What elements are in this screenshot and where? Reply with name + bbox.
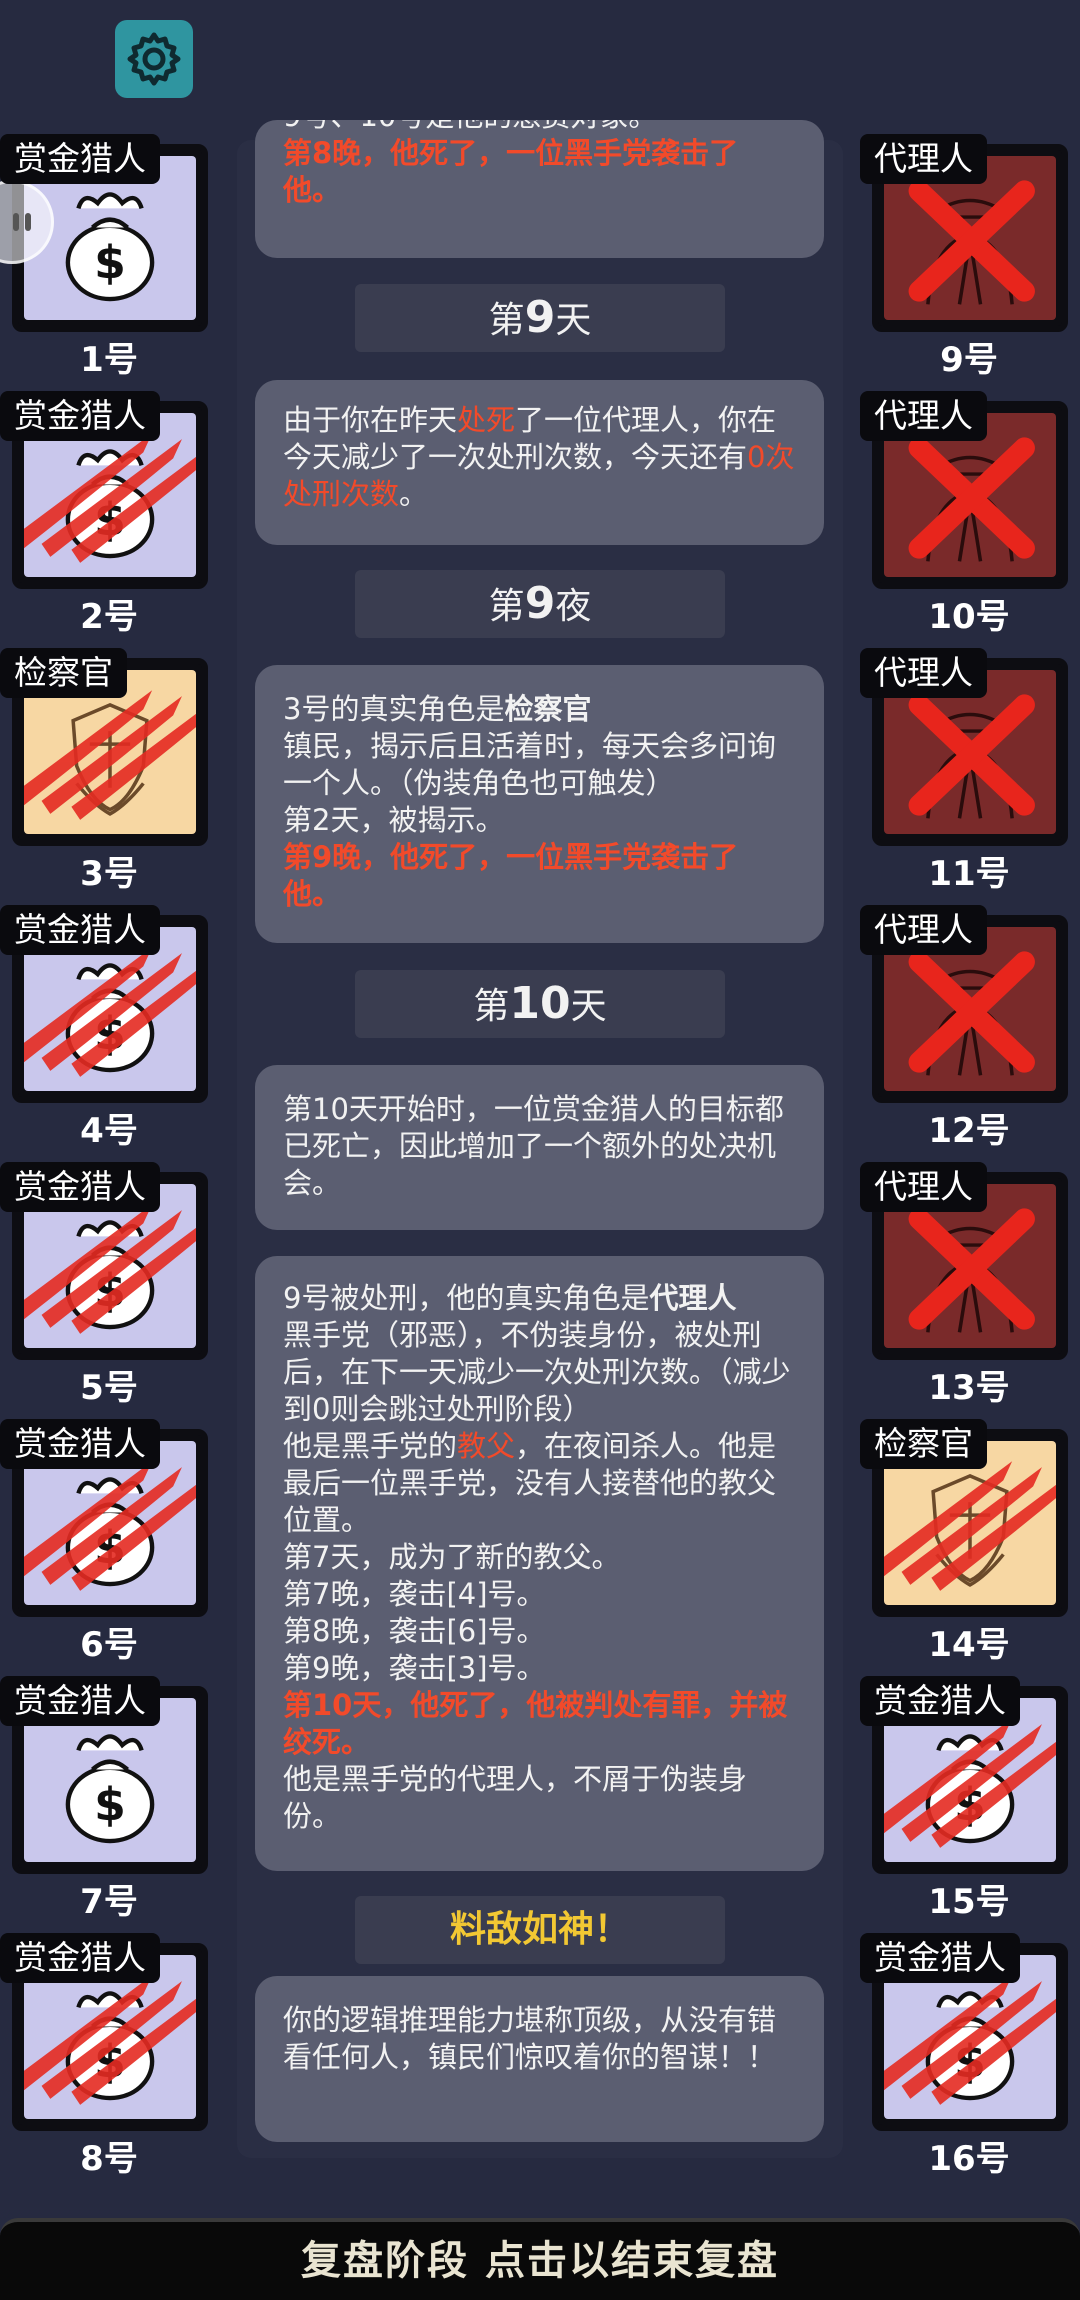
log-text: 9号、10号是他的悬赏对象。: [283, 120, 796, 135]
player-card[interactable]: 代理人 12号: [860, 905, 1078, 1157]
role-label: 代理人: [860, 905, 987, 955]
log-entry: 9号被处刑，他的真实角色是代理人 黑手党（邪恶），不伪装身份，被处刑后，在下一天…: [255, 1256, 824, 1871]
player-number: 10号: [928, 597, 1010, 637]
log-entry: 你的逻辑推理能力堪称顶级，从没有错看任何人，镇民们惊叹着你的智谋！！: [255, 1976, 824, 2142]
role-label: 赏金猎人: [0, 1162, 160, 1212]
player-number: 16号: [928, 2139, 1010, 2179]
player-card[interactable]: 检察官 3号: [0, 648, 218, 900]
role-label: 检察官: [0, 648, 127, 698]
player-number: 15号: [928, 1882, 1010, 1922]
role-label: 代理人: [860, 391, 987, 441]
role-label: 代理人: [860, 1162, 987, 1212]
player-card[interactable]: 代理人 10号: [860, 391, 1078, 643]
claw-slash-mark: [884, 1461, 1056, 1591]
player-card[interactable]: 代理人 11号: [860, 648, 1078, 900]
role-label: 赏金猎人: [0, 1676, 160, 1726]
settings-button[interactable]: [115, 20, 193, 98]
money-bag-icon: $: [65, 192, 155, 302]
log-text: 你的逻辑推理能力堪称顶级，从没有错看任何人，镇民们惊叹着你的智谋！！: [283, 2003, 777, 2074]
log-entry: 第10天开始时，一位赏金猎人的目标都已死亡，因此增加了一个额外的处决机会。: [255, 1065, 824, 1230]
log-text: 他是黑手党的代理人，不屑于伪装身份。: [283, 1762, 748, 1833]
role-label: 代理人: [860, 134, 987, 184]
log-entry: 9号、10号是他的悬赏对象。 第8晚，他死了，一位黑手党袭击了他。: [255, 120, 824, 258]
player-card[interactable]: $ 赏金猎人 4号: [0, 905, 218, 1157]
player-card[interactable]: $ 赏金猎人 6号: [0, 1419, 218, 1671]
log-text: 第7天，成为了新的教父。: [283, 1540, 621, 1574]
player-number: 6号: [80, 1625, 138, 1665]
death-text: 第9晚，他死了，一位黑手党袭击了他。: [283, 840, 739, 911]
player-card[interactable]: 代理人 13号: [860, 1162, 1078, 1414]
result-header: 料敌如神！: [355, 1896, 725, 1964]
svg-text:$: $: [94, 236, 126, 289]
role-label: 赏金猎人: [0, 905, 160, 955]
player-number: 14号: [928, 1625, 1010, 1665]
log-text: 第10天开始时，一位赏金猎人的目标都已死亡，因此增加了一个额外的处决机会。: [283, 1092, 784, 1200]
log-text: 3号的真实角色是检察官: [283, 692, 592, 726]
end-review-button[interactable]: 复盘阶段 点击以结束复盘: [0, 2218, 1080, 2300]
log-text: 第8晚，袭击[6]号。: [283, 1614, 546, 1648]
log-text: 黑手党（邪恶），不伪装身份，被处刑后，在下一天减少一次处刑次数。（减少到0则会跳…: [283, 1318, 791, 1426]
death-text: 第8晚，他死了，一位黑手党袭击了他。: [283, 136, 739, 207]
player-card[interactable]: $ 赏金猎人 8号: [0, 1933, 218, 2185]
player-card[interactable]: $ 赏金猎人 1号: [0, 134, 218, 386]
role-label: 赏金猎人: [0, 134, 160, 184]
log-text: 第2天，被揭示。: [283, 803, 505, 837]
money-bag-icon: $: [65, 1734, 155, 1844]
dead-x-mark: [908, 180, 1035, 302]
day-header: 第9天: [355, 284, 725, 352]
log-text: 第9晚，袭击[3]号。: [283, 1651, 546, 1685]
svg-text:$: $: [94, 1778, 126, 1831]
player-card[interactable]: 检察官 14号: [860, 1419, 1078, 1671]
player-number: 9号: [940, 340, 998, 380]
role-label: 检察官: [860, 1419, 987, 1469]
claw-slash-mark: [24, 690, 196, 820]
player-card[interactable]: 代理人 9号: [860, 134, 1078, 386]
dead-x-mark: [908, 1208, 1035, 1330]
role-label: 赏金猎人: [0, 1933, 160, 1983]
gear-icon: [127, 32, 181, 86]
log-text: 由于你在昨天处死了一位代理人，你在今天减少了一次处刑次数，今天还有0次处刑次数。: [283, 403, 795, 511]
player-number: 1号: [80, 340, 138, 380]
log-entry: 由于你在昨天处死了一位代理人，你在今天减少了一次处刑次数，今天还有0次处刑次数。: [255, 380, 824, 545]
log-text: 9号被处刑，他的真实角色是代理人: [283, 1281, 737, 1315]
day-header: 第10天: [355, 970, 725, 1038]
role-label: 赏金猎人: [860, 1933, 1020, 1983]
player-card[interactable]: $ 赏金猎人 2号: [0, 391, 218, 643]
role-label: 赏金猎人: [860, 1676, 1020, 1726]
dead-x-mark: [908, 951, 1035, 1073]
night-header: 第9夜: [355, 570, 725, 638]
player-number: 8号: [80, 2139, 138, 2179]
player-number: 3号: [80, 854, 138, 894]
player-card[interactable]: $ 赏金猎人 5号: [0, 1162, 218, 1414]
player-number: 4号: [80, 1111, 138, 1151]
player-number: 12号: [928, 1111, 1010, 1151]
role-label: 代理人: [860, 648, 987, 698]
player-number: 11号: [928, 854, 1010, 894]
player-card[interactable]: $ 赏金猎人 15号: [860, 1676, 1078, 1928]
log-text: 第7晚，袭击[4]号。: [283, 1577, 546, 1611]
player-card[interactable]: $ 赏金猎人 7号: [0, 1676, 218, 1928]
role-label: 赏金猎人: [0, 391, 160, 441]
log-text: 他是黑手党的教父，在夜间杀人。他是最后一位黑手党，没有人接替他的教父位置。: [283, 1429, 777, 1537]
role-label: 赏金猎人: [0, 1419, 160, 1469]
player-card[interactable]: $ 赏金猎人 16号: [860, 1933, 1078, 2185]
player-number: 2号: [80, 597, 138, 637]
dead-x-mark: [908, 694, 1035, 816]
player-number: 5号: [80, 1368, 138, 1408]
player-number: 7号: [80, 1882, 138, 1922]
log-entry: 3号的真实角色是检察官 镇民，揭示后且活着时，每天会多问询一个人。（伪装角色也可…: [255, 665, 824, 943]
dead-x-mark: [908, 437, 1035, 559]
log-text: 镇民，揭示后且活着时，每天会多问询一个人。（伪装角色也可触发）: [283, 729, 777, 800]
player-number: 13号: [928, 1368, 1010, 1408]
death-text: 第10天，他死了，他被判处有罪，并被绞死。: [283, 1688, 788, 1759]
